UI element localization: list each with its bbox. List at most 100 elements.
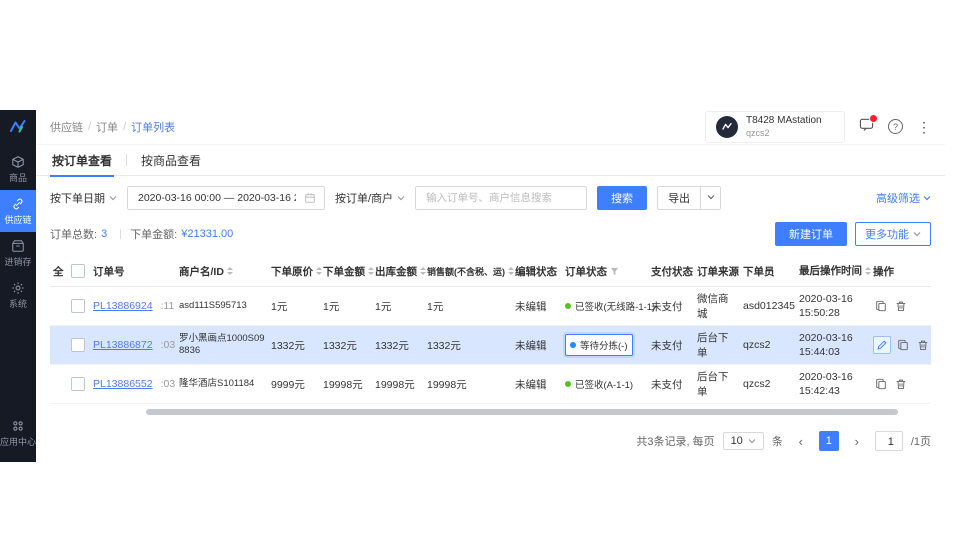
breadcrumb-supply-chain[interactable]: 供应链 xyxy=(50,119,83,135)
new-order-button[interactable]: 新建订单 xyxy=(775,222,847,246)
original-price-cell: 9999元 xyxy=(268,377,320,392)
row-checkbox[interactable] xyxy=(71,377,85,391)
date-range-input[interactable] xyxy=(127,186,325,210)
tab-by-order[interactable]: 按订单查看 xyxy=(50,145,114,176)
pay-status-cell: 未支付 xyxy=(648,299,694,314)
chevron-down-icon xyxy=(748,437,756,445)
tab-by-product[interactable]: 按商品查看 xyxy=(139,145,203,176)
header-outbound-amount[interactable]: 出库金额 xyxy=(372,264,424,279)
sidebar-item-system[interactable]: 系统 xyxy=(0,274,36,316)
delete-icon[interactable] xyxy=(893,376,909,392)
order-amount-label: 下单金额: xyxy=(130,226,177,242)
order-amount-value: ¥21331.00 xyxy=(181,228,233,240)
row-checkbox[interactable] xyxy=(71,299,85,313)
order-status-badge: 等待分拣(-) xyxy=(565,334,633,356)
sidebar: 商品 供应链 进销存 系统 xyxy=(0,110,36,462)
delete-icon[interactable] xyxy=(893,298,909,314)
edit-status-cell: 未编辑 xyxy=(512,377,562,392)
messages-button[interactable] xyxy=(859,117,874,137)
sidebar-item-goods[interactable]: 商品 xyxy=(0,148,36,190)
chevron-down-icon xyxy=(109,194,117,202)
date-range-value[interactable] xyxy=(136,191,298,205)
source-cell: 后台下单 xyxy=(694,369,740,399)
search-input[interactable] xyxy=(424,191,578,205)
sidebar-item-supply-chain[interactable]: 供应链 xyxy=(0,190,36,232)
horizontal-scrollbar-thumb[interactable] xyxy=(146,409,898,415)
calendar-icon xyxy=(304,192,316,204)
more-functions-button[interactable]: 更多功能 xyxy=(855,222,931,246)
view-tabs: 按订单查看 按商品查看 xyxy=(36,145,945,176)
header-merchant[interactable]: 商户名/ID xyxy=(176,264,268,279)
order-number-link[interactable]: PL13886872 xyxy=(93,339,153,351)
more-menu-button[interactable]: ⋮ xyxy=(917,120,931,134)
page-jump-input[interactable] xyxy=(876,432,906,452)
export-dropdown-button[interactable] xyxy=(701,186,721,210)
order-number-link[interactable]: PL13886552 xyxy=(93,378,153,390)
sales-amount-cell: 1332元 xyxy=(424,338,512,353)
order-number-link[interactable]: PL13886924 xyxy=(93,300,153,312)
last-time-cell: 2020-03-16 15:42:43 xyxy=(796,370,870,398)
main-content: 供应链 / 订单 / 订单列表 T8428 MAstation qzcs2 xyxy=(36,110,945,462)
page-size-select[interactable]: 10 xyxy=(723,432,764,450)
merchant-cell: asd111S595713 xyxy=(176,300,268,312)
order-status-badge: 已签收(无线路-1-1) xyxy=(565,299,655,313)
original-price-cell: 1元 xyxy=(268,299,320,314)
sidebar-item-label: 应用中心 xyxy=(0,438,36,447)
header-original-price[interactable]: 下单原价 xyxy=(268,264,320,279)
topbar-right: T8428 MAstation qzcs2 ? ⋮ xyxy=(705,111,931,142)
notification-badge xyxy=(869,114,878,123)
header-actions: 操作 xyxy=(870,264,930,279)
user-menu[interactable]: T8428 MAstation qzcs2 xyxy=(705,111,845,142)
search-button[interactable]: 搜索 xyxy=(597,186,647,210)
delete-icon[interactable] xyxy=(915,337,931,353)
sort-icon[interactable] xyxy=(227,267,233,275)
pay-status-cell: 未支付 xyxy=(648,338,694,353)
edit-status-cell: 未编辑 xyxy=(512,338,562,353)
page-1-button[interactable]: 1 xyxy=(819,431,839,451)
order-amount-cell: 19998元 xyxy=(320,377,372,392)
header-operator: 下单员 xyxy=(740,264,796,279)
table-row[interactable]: PL13886924:11 asd111S595713 1元 1元 1元 1元 … xyxy=(50,287,931,326)
export-button[interactable]: 导出 xyxy=(657,186,701,210)
copy-icon[interactable] xyxy=(873,376,889,392)
header-last-time[interactable]: 最后操作时间 xyxy=(796,264,870,278)
order-amount-cell: 1332元 xyxy=(320,338,372,353)
order-total-label: 订单总数: xyxy=(50,226,97,242)
user-name: T8428 MAstation xyxy=(746,115,822,128)
apps-grid-icon xyxy=(11,419,25,435)
sidebar-item-label: 系统 xyxy=(9,300,27,309)
breadcrumb-order[interactable]: 订单 xyxy=(96,119,118,135)
sales-amount-cell: 19998元 xyxy=(424,377,512,392)
select-all-checkbox[interactable] xyxy=(71,264,85,278)
filter-funnel-icon[interactable] xyxy=(610,267,619,276)
header-order-amount[interactable]: 下单金额 xyxy=(320,264,372,279)
advanced-filter-link[interactable]: 高级筛选 xyxy=(876,190,931,206)
help-button[interactable]: ? xyxy=(888,119,903,134)
copy-icon[interactable] xyxy=(873,298,889,314)
page-jump-input-box xyxy=(875,431,903,451)
sidebar-item-app-center[interactable]: 应用中心 xyxy=(0,412,36,454)
header-sales-amount[interactable]: 销售额(不含税、运) xyxy=(424,265,512,278)
export-button-group: 导出 xyxy=(657,186,721,210)
status-dot-icon xyxy=(565,303,571,309)
header-order-status[interactable]: 订单状态 xyxy=(562,264,648,279)
chevron-down-icon xyxy=(913,230,921,238)
row-actions xyxy=(870,376,930,392)
search-type-select[interactable]: 按订单/商户 xyxy=(335,190,405,206)
date-type-select[interactable]: 按下单日期 xyxy=(50,190,117,206)
pay-status-cell: 未支付 xyxy=(648,377,694,392)
order-amount-cell: 1元 xyxy=(320,299,372,314)
edit-icon[interactable] xyxy=(873,336,891,354)
edit-status-cell: 未编辑 xyxy=(512,299,562,314)
header-order-no: 订单号 xyxy=(90,264,176,279)
row-checkbox[interactable] xyxy=(71,338,85,352)
copy-icon[interactable] xyxy=(895,337,911,353)
merchant-cell: 罗小黑画点1000S098836 xyxy=(176,333,268,358)
screen: 商品 供应链 进销存 系统 xyxy=(0,0,953,553)
next-page-button[interactable]: › xyxy=(847,431,867,451)
table-row[interactable]: PL13886872:03 罗小黑画点1000S098836 1332元 133… xyxy=(50,326,931,365)
summary-actions: 新建订单 更多功能 xyxy=(775,222,931,246)
prev-page-button[interactable]: ‹ xyxy=(791,431,811,451)
table-row[interactable]: PL13886552:03 隆华酒店S101184 9999元 19998元 1… xyxy=(50,365,931,404)
sidebar-item-inventory[interactable]: 进销存 xyxy=(0,232,36,274)
